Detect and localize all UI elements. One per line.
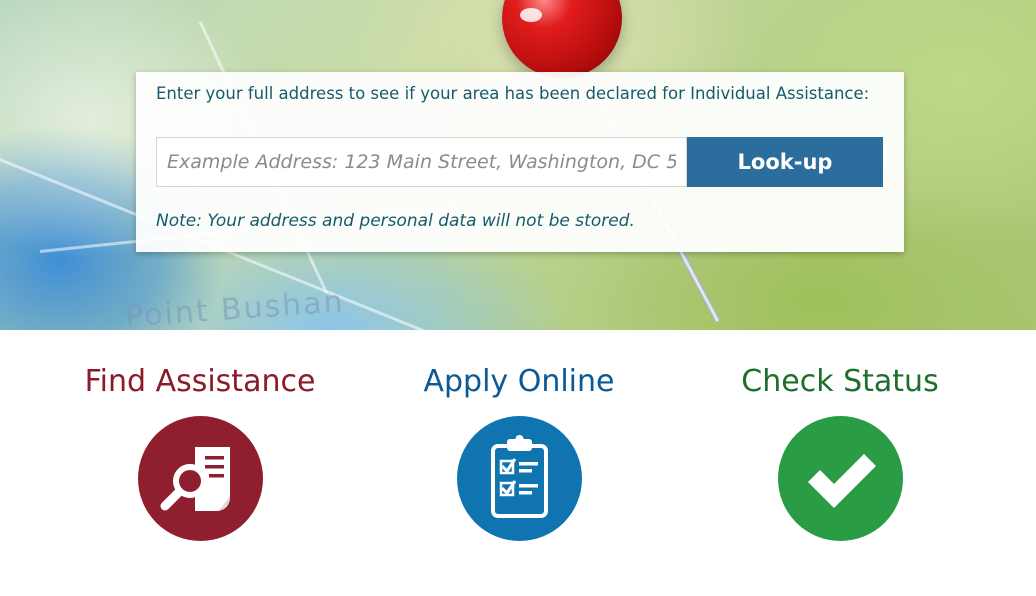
- lookup-button[interactable]: Look-up: [687, 137, 883, 187]
- hero-map-banner: Point Bushan Enter your full address to …: [0, 0, 1036, 330]
- find-assistance-title[interactable]: Find Assistance: [40, 364, 360, 400]
- checkmark-icon[interactable]: [777, 416, 903, 541]
- clipboard-checklist-glyph: [490, 435, 548, 518]
- clipboard-checklist-icon[interactable]: [456, 416, 582, 541]
- magnifier-document-icon[interactable]: [137, 416, 263, 541]
- checkmark-glyph: [807, 454, 876, 508]
- apply-online-link[interactable]: Apply Online: [359, 364, 679, 541]
- action-links: Find Assistance Apply Online Check Statu…: [0, 330, 1036, 596]
- map-pin-highlight: [520, 8, 542, 22]
- map-place-label: Point Bushan: [124, 284, 346, 330]
- lookup-prompt: Enter your full address to see if your a…: [156, 84, 870, 103]
- address-lookup-panel: Enter your full address to see if your a…: [136, 72, 904, 252]
- apply-online-title[interactable]: Apply Online: [359, 364, 679, 400]
- privacy-note: Note: Your address and personal data wil…: [156, 211, 635, 231]
- find-assistance-link[interactable]: Find Assistance: [40, 364, 360, 541]
- address-input[interactable]: [156, 137, 687, 187]
- check-status-link[interactable]: Check Status: [680, 364, 1000, 541]
- magnifier-document-glyph: [160, 447, 230, 511]
- check-status-title[interactable]: Check Status: [680, 364, 1000, 400]
